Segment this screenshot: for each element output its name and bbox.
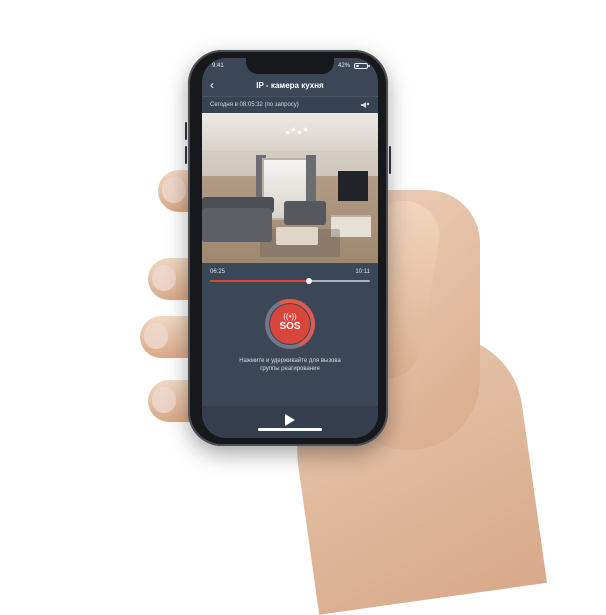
home-indicator [258, 428, 322, 431]
progress-knob[interactable] [305, 278, 312, 284]
sos-help-line-2: группы реагирования [260, 366, 320, 372]
signal-broadcast-icon: ((•)) [283, 312, 297, 321]
phone-screen: 9:41 ᛒ 42% ‹ IP - камера кухня Сегодня в… [202, 58, 378, 438]
sos-help-line-1: Нажмите и удерживайте для вызова [239, 358, 341, 364]
bottom-play-bar [202, 406, 378, 438]
lamp-light [298, 131, 301, 134]
playback-controls: 06:25 10:11 [202, 263, 378, 284]
ceiling-lamp [284, 125, 312, 139]
camera-video-feed[interactable] [202, 113, 378, 263]
playback-end-time: 10:11 [355, 269, 370, 275]
power-button [389, 146, 391, 174]
stream-timestamp: Сегодня в 08:05:32 (по запросу) [210, 102, 299, 108]
sos-progress-ring: ((•)) SOS [265, 299, 315, 349]
sos-button[interactable]: ((•)) SOS [270, 304, 310, 344]
nail [152, 265, 176, 291]
speaker-muted-svg [361, 102, 370, 108]
playback-start-time: 06:25 [210, 269, 226, 275]
status-time: 9:41 [212, 63, 224, 69]
lamp-light [292, 128, 295, 131]
app-header: ‹ IP - камера кухня [202, 74, 378, 97]
nail [162, 177, 186, 203]
sofa [202, 208, 272, 242]
volume-up-button [185, 122, 187, 140]
play-icon[interactable] [285, 414, 295, 426]
volume-down-button [185, 146, 187, 164]
sos-help-text: Нажмите и удерживайте для вызова группы … [202, 357, 378, 373]
stream-info-bar: Сегодня в 08:05:32 (по запросу) [202, 97, 378, 113]
speaker-muted-icon[interactable] [360, 100, 370, 110]
page-title: IP - камера кухня [256, 80, 324, 90]
playback-progress-bar[interactable] [210, 278, 370, 284]
battery-icon [354, 63, 370, 69]
progress-fill [210, 280, 309, 282]
nail [152, 387, 176, 413]
lamp-light [286, 131, 289, 134]
battery-percent: 42% [337, 63, 350, 69]
lamp-light [304, 128, 307, 131]
sos-section: ((•)) SOS [202, 299, 378, 349]
armchair [284, 201, 326, 225]
nail [144, 323, 168, 349]
sos-button-label: SOS [279, 321, 301, 332]
battery-fill [356, 65, 360, 67]
chevron-left-icon[interactable]: ‹ [210, 79, 214, 91]
room-tv [338, 171, 368, 201]
status-right: ᛒ 42% [330, 63, 370, 69]
coffee-table [276, 227, 318, 245]
camera-notch [246, 58, 334, 74]
playback-times: 06:25 10:11 [210, 269, 370, 275]
